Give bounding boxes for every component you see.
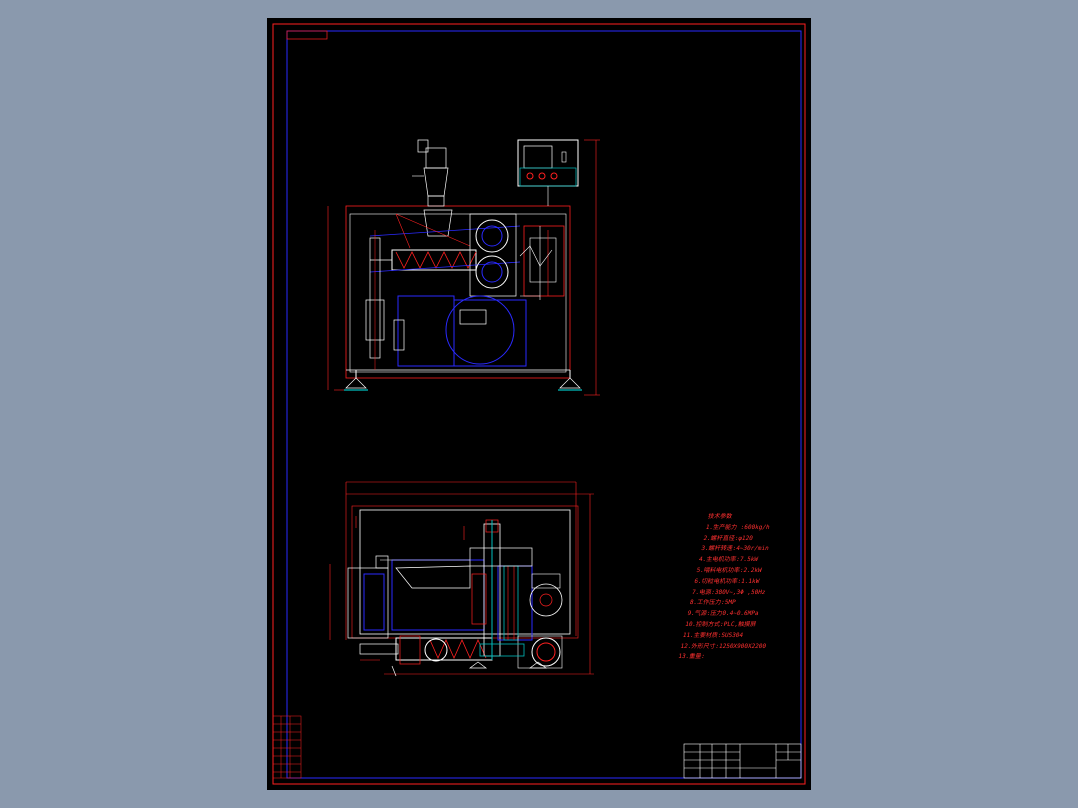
- top-view: [329, 481, 594, 677]
- spec-item: 8.工作压力:5MP: [689, 599, 737, 607]
- spec-item: 9.气源:压力0.4~0.6MPa: [686, 610, 760, 618]
- corner-box: [286, 30, 328, 40]
- spec-item: 1.生产能力 :600kg/h: [705, 523, 771, 531]
- spec-item: 10.控制方式:PLC,触摸屏: [684, 620, 757, 628]
- spec-item: 3.螺杆转速:4~30r/min: [700, 545, 770, 553]
- cad-drawing: [272, 23, 806, 785]
- spec-item: 4.主电机功率:7.5kW: [698, 556, 759, 564]
- spec-heading: 技术参数: [707, 513, 733, 520]
- spec-item: 7.电源:380V~,3Φ ,50Hz: [691, 588, 767, 596]
- spec-item: 12.外形尺寸:1250X900X2200: [679, 642, 767, 650]
- spec-item: 2.螺杆直径:φ120: [702, 534, 754, 542]
- title-block: [683, 743, 802, 779]
- spec-item: 11.主要材质:SUS304: [682, 631, 744, 639]
- outer-border: [272, 23, 806, 785]
- front-view: [327, 139, 600, 396]
- spec-item: 13.重量:: [677, 653, 706, 661]
- spec-item: 6.切粒电机功率:1.1kW: [693, 577, 760, 585]
- spec-item: 5.喂料电机功率:2.2kW: [695, 566, 763, 574]
